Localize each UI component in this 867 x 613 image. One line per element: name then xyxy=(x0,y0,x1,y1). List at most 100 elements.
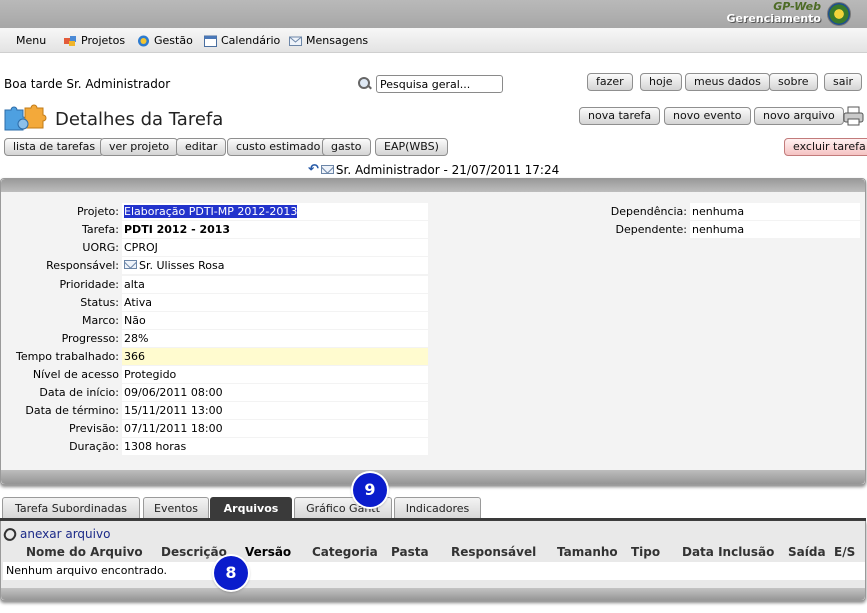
envelope-icon[interactable] xyxy=(124,260,137,269)
detail-label: Previsão: xyxy=(69,422,119,435)
lista-de-tarefas-button[interactable]: lista de tarefas xyxy=(4,138,105,156)
column-header-versao[interactable]: Versão xyxy=(245,545,291,559)
column-header-responsavel[interactable]: Responsável xyxy=(451,545,536,559)
menu-item-projetos[interactable]: Projetos xyxy=(64,34,125,47)
detail-value: CPROJ xyxy=(122,239,428,256)
attach-label: anexar arquivo xyxy=(20,527,111,541)
sobre-button[interactable]: sobre xyxy=(769,73,818,91)
detail-value: PDTI 2012 - 2013 xyxy=(122,221,428,238)
novo-arquivo-button[interactable]: novo arquivo xyxy=(754,107,844,125)
ver-projeto-button[interactable]: ver projeto xyxy=(100,138,179,156)
annotation-badge-files: 8 xyxy=(214,556,248,590)
author-line: ↶ Sr. Administrador - 21/07/2011 17:24 xyxy=(308,162,559,177)
column-header-es[interactable]: E/S xyxy=(834,545,855,559)
paperclip-icon xyxy=(1,525,19,543)
detail-label: Data de término: xyxy=(25,404,119,417)
task-details-panel: Projeto: Elaboração PDTI-MP 2012-2013 Ta… xyxy=(0,178,866,485)
editar-button[interactable]: editar xyxy=(176,138,227,156)
files-panel: anexar arquivo Nome do Arquivo Descrição… xyxy=(0,521,866,601)
empty-message: Nenhum arquivo encontrado. xyxy=(3,562,865,580)
panel-header-bar xyxy=(1,179,865,192)
meus-dados-button[interactable]: meus dados xyxy=(685,73,770,91)
tab-indicadores[interactable]: Indicadores xyxy=(394,497,481,519)
tab-arquivos[interactable]: Arquivos xyxy=(210,497,292,519)
eap-wbs-button[interactable]: EAP(WBS) xyxy=(375,138,448,156)
detail-label: Tarefa: xyxy=(81,223,119,236)
files-footer-bar xyxy=(1,588,865,600)
detail-value: 28% xyxy=(122,330,428,347)
column-header-saida[interactable]: Saída xyxy=(788,545,826,559)
custo-estimado-button[interactable]: custo estimado xyxy=(227,138,330,156)
detail-label: Data de início: xyxy=(39,386,119,399)
detail-value: Não xyxy=(122,312,428,329)
page-title: Detalhes da Tarefa xyxy=(55,109,224,130)
menu-item-label: Gestão xyxy=(154,34,193,47)
envelope-icon[interactable] xyxy=(320,165,334,174)
coat-of-arms-icon xyxy=(827,2,851,26)
tab-eventos[interactable]: Eventos xyxy=(143,497,209,519)
column-header-tipo[interactable]: Tipo xyxy=(631,545,660,559)
menu-item-calendario[interactable]: Calendário xyxy=(204,34,280,47)
detail-value[interactable]: Elaboração PDTI-MP 2012-2013 xyxy=(122,203,428,220)
detail-value: 09/06/2011 08:00 xyxy=(122,384,428,401)
hoje-button[interactable]: hoje xyxy=(640,73,682,91)
attach-file-link[interactable]: anexar arquivo xyxy=(1,525,111,543)
detail-value: Ativa xyxy=(122,294,428,311)
search-icon[interactable] xyxy=(358,77,372,91)
fazer-button[interactable]: fazer xyxy=(587,73,633,91)
dependency-value: nenhuma xyxy=(690,203,860,220)
novo-evento-button[interactable]: novo evento xyxy=(664,107,751,125)
menu-item-label: Calendário xyxy=(221,34,281,47)
author-text: Sr. Administrador - 21/07/2011 17:24 xyxy=(335,162,560,177)
column-header-pasta[interactable]: Pasta xyxy=(391,545,429,559)
menu-bar: Menu Projetos Gestão Calendário Mensagen… xyxy=(0,28,867,53)
calendar-icon xyxy=(204,35,217,47)
detail-label: Responsável: xyxy=(46,259,119,272)
printer-icon[interactable] xyxy=(843,106,864,126)
menu-item-label: Mensagens xyxy=(306,34,369,47)
column-header-nome[interactable]: Nome do Arquivo xyxy=(26,545,143,559)
brand-line2: Gerenciamento xyxy=(726,12,822,25)
detail-label: Tempo trabalhado: xyxy=(15,350,119,363)
detail-label: Status: xyxy=(80,296,119,309)
detail-value: Protegido xyxy=(122,366,428,383)
menu-item-mensagens[interactable]: Mensagens xyxy=(289,34,368,47)
detail-value: 07/11/2011 18:00 xyxy=(122,420,428,437)
dependent-label: Dependente: xyxy=(615,223,687,236)
detail-value: 366 xyxy=(122,348,428,365)
annotation-badge-tabs: 9 xyxy=(353,473,387,507)
menu-item-gestao[interactable]: Gestão xyxy=(137,34,193,47)
detail-label: Duração: xyxy=(69,440,119,453)
brand-logo: GP-Web Gerenciamento xyxy=(727,1,822,25)
detail-value: alta xyxy=(122,276,428,293)
detail-value: 15/11/2011 13:00 xyxy=(122,402,428,419)
nova-tarefa-button[interactable]: nova tarefa xyxy=(579,107,661,125)
management-icon xyxy=(138,35,149,46)
top-banner: GP-Web Gerenciamento xyxy=(0,0,867,28)
projects-icon xyxy=(64,35,76,46)
responsible-name[interactable]: Sr. Ulisses Rosa xyxy=(139,259,224,272)
detail-label: Prioridade: xyxy=(59,278,119,291)
detail-label: UORG: xyxy=(82,241,119,254)
menu-item-label: Menu xyxy=(16,34,47,47)
column-header-descricao[interactable]: Descrição xyxy=(161,545,227,559)
column-header-tamanho[interactable]: Tamanho xyxy=(557,545,618,559)
project-link[interactable]: Elaboração PDTI-MP 2012-2013 xyxy=(124,205,298,218)
menu-item-menu[interactable]: Menu xyxy=(16,34,46,47)
task-puzzle-icon xyxy=(4,104,47,131)
tab-tarefa-subordinadas[interactable]: Tarefa Subordinadas xyxy=(2,497,140,519)
detail-label: Projeto: xyxy=(76,205,119,218)
sair-button[interactable]: sair xyxy=(824,73,863,91)
detail-label: Progresso: xyxy=(61,332,119,345)
dependent-value: nenhuma xyxy=(690,221,860,238)
undo-icon[interactable]: ↶ xyxy=(308,162,319,177)
panel-footer-bar xyxy=(1,470,865,484)
search-input[interactable] xyxy=(376,75,503,93)
column-header-data-inclusao[interactable]: Data Inclusão xyxy=(682,545,774,559)
detail-value: Sr. Ulisses Rosa xyxy=(122,257,428,274)
excluir-tarefa-button[interactable]: excluir tarefa xyxy=(784,138,867,156)
detail-label: Marco: xyxy=(82,314,119,327)
detail-label: Nível de acesso xyxy=(32,368,119,381)
column-header-categoria[interactable]: Categoria xyxy=(312,545,378,559)
gasto-button[interactable]: gasto xyxy=(322,138,371,156)
